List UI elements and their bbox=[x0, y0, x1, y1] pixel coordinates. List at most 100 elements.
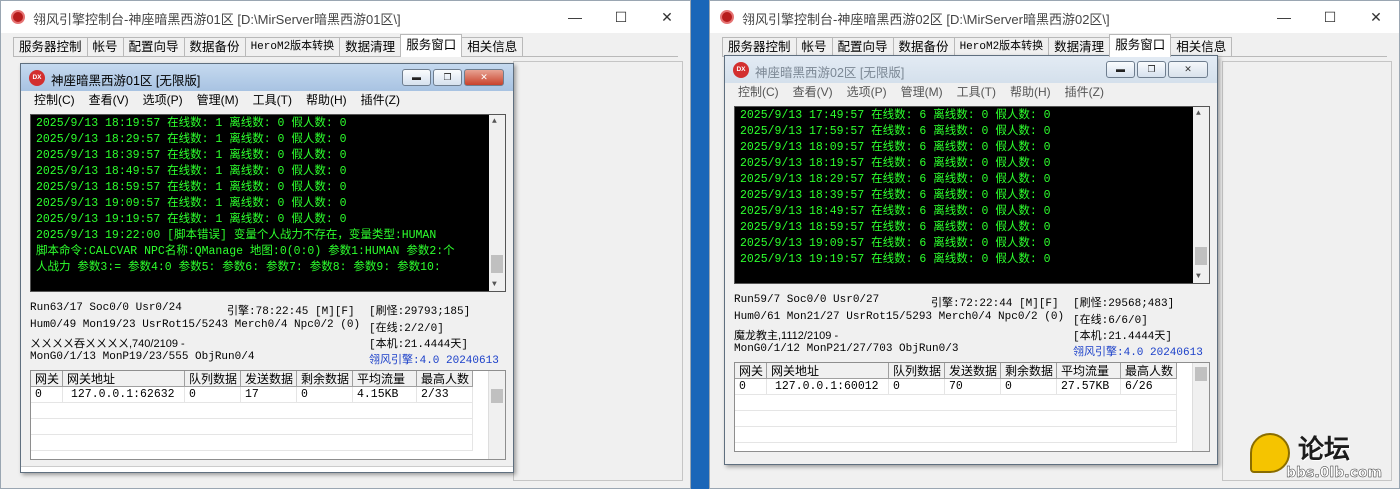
maximize-button[interactable]: ☐ bbox=[598, 1, 644, 33]
menu-help[interactable]: 帮助(H) bbox=[299, 91, 354, 110]
col-address[interactable]: 网关地址 bbox=[767, 363, 889, 379]
app-icon bbox=[11, 10, 25, 24]
tab-server-control[interactable]: 服务器控制 bbox=[722, 37, 797, 57]
status-mon: MonG0/1/13 MonP19/23/555 ObjRun0/4 bbox=[30, 351, 255, 363]
menu-view[interactable]: 查看(V) bbox=[786, 83, 840, 102]
close-button[interactable]: ✕ bbox=[644, 1, 690, 33]
log-line: 脚本命令:CALCVAR NPC名称:QManage 地图:0(0:0) 参数1… bbox=[36, 245, 455, 258]
window-titlebar[interactable]: 翎风引擎控制台-神座暗黑西游02区 [D:\MirServer暗黑西游02区\]… bbox=[710, 1, 1399, 33]
scroll-thumb[interactable] bbox=[1195, 247, 1207, 265]
log-console[interactable]: 2025/9/13 18:19:57 在线数: 1 离线数: 0 假人数: 0 … bbox=[30, 114, 506, 292]
table-row bbox=[735, 411, 1209, 427]
col-remain[interactable]: 剩余数据 bbox=[1001, 363, 1057, 379]
menu-options[interactable]: 选项(P) bbox=[840, 83, 894, 102]
inner-close-button[interactable]: ✕ bbox=[464, 69, 504, 86]
app-icon bbox=[720, 10, 734, 24]
menu-tools[interactable]: 工具(T) bbox=[246, 91, 299, 110]
m2-server-window-02: DX 神座暗黑西游02区 [无限版] ▬ ❐ ✕ 控制(C) 查看(V) 选项(… bbox=[724, 55, 1218, 465]
table-row[interactable]: 0 127.0.0.1:62632 0 17 0 4.15KB 2/33 bbox=[31, 387, 505, 403]
col-max-users[interactable]: 最高人数 bbox=[1121, 363, 1177, 379]
menu-plugins[interactable]: 插件(Z) bbox=[1058, 83, 1111, 102]
menu-plugins[interactable]: 插件(Z) bbox=[354, 91, 407, 110]
menu-manage[interactable]: 管理(M) bbox=[190, 91, 246, 110]
status-refresh: [刷怪:29793;185] bbox=[369, 306, 471, 318]
cell-gateway: 0 bbox=[31, 387, 63, 403]
cell-gateway: 0 bbox=[735, 379, 767, 395]
table-scrollbar[interactable] bbox=[1192, 363, 1209, 451]
inner-title: 神座暗黑西游01区 [无限版] bbox=[51, 74, 201, 88]
scroll-up-icon[interactable]: ▲ bbox=[492, 117, 497, 126]
tab-herom2-convert[interactable]: HeroM2版本转换 bbox=[953, 37, 1050, 57]
table-scrollbar[interactable] bbox=[488, 371, 505, 459]
tab-data-backup[interactable]: 数据备份 bbox=[892, 37, 955, 57]
cell-address: 127.0.0.1:62632 bbox=[63, 387, 185, 403]
tab-service-window[interactable]: 服务窗口 bbox=[400, 34, 463, 57]
close-button[interactable]: ✕ bbox=[1353, 1, 1399, 33]
inner-minimize-button[interactable]: ▬ bbox=[1106, 61, 1135, 78]
tab-data-backup[interactable]: 数据备份 bbox=[183, 37, 246, 57]
status-mon: MonG0/1/12 MonP21/27/703 ObjRun0/3 bbox=[734, 343, 959, 355]
inner-close-button[interactable]: ✕ bbox=[1168, 61, 1208, 78]
minimize-button[interactable]: — bbox=[552, 1, 598, 33]
scroll-thumb[interactable] bbox=[491, 255, 503, 273]
log-line: 2025/9/13 18:19:57 在线数: 6 离线数: 0 假人数: 0 bbox=[740, 157, 1051, 170]
tab-account[interactable]: 帐号 bbox=[795, 37, 833, 57]
menu-control[interactable]: 控制(C) bbox=[731, 83, 786, 102]
scroll-down-icon[interactable]: ▼ bbox=[492, 280, 497, 289]
table-row bbox=[31, 403, 505, 419]
inner-minimize-button[interactable]: ▬ bbox=[402, 69, 431, 86]
col-queue[interactable]: 队列数据 bbox=[889, 363, 945, 379]
menu-tools[interactable]: 工具(T) bbox=[950, 83, 1003, 102]
scroll-thumb[interactable] bbox=[1195, 367, 1207, 381]
inner-titlebar[interactable]: DX 神座暗黑西游02区 [无限版] ▬ ❐ ✕ bbox=[725, 56, 1217, 83]
log-line: 2025/9/13 19:19:57 在线数: 6 离线数: 0 假人数: 0 bbox=[740, 253, 1051, 266]
scroll-up-icon[interactable]: ▲ bbox=[1196, 109, 1201, 118]
col-avg-traffic[interactable]: 平均流量 bbox=[353, 371, 417, 387]
col-gateway[interactable]: 网关 bbox=[31, 371, 63, 387]
tab-data-cleanup[interactable]: 数据清理 bbox=[339, 37, 402, 57]
log-line: 2025/9/13 19:19:57 在线数: 1 离线数: 0 假人数: 0 bbox=[36, 213, 347, 226]
scroll-down-icon[interactable]: ▼ bbox=[1196, 272, 1201, 281]
menu-options[interactable]: 选项(P) bbox=[136, 91, 190, 110]
cell-remain: 0 bbox=[297, 387, 353, 403]
gateway-table: 网关 网关地址 队列数据 发送数据 剩余数据 平均流量 最高人数 0 127.0… bbox=[30, 370, 506, 460]
tab-service-window[interactable]: 服务窗口 bbox=[1109, 34, 1172, 57]
minimize-button[interactable]: — bbox=[1261, 1, 1307, 33]
col-remain[interactable]: 剩余数据 bbox=[297, 371, 353, 387]
tab-account[interactable]: 帐号 bbox=[86, 37, 124, 57]
scroll-thumb[interactable] bbox=[491, 389, 503, 403]
menu-view[interactable]: 查看(V) bbox=[82, 91, 136, 110]
menu-control[interactable]: 控制(C) bbox=[27, 91, 82, 110]
menu-help[interactable]: 帮助(H) bbox=[1003, 83, 1058, 102]
tab-data-cleanup[interactable]: 数据清理 bbox=[1048, 37, 1111, 57]
tab-related-info[interactable]: 相关信息 bbox=[1170, 37, 1233, 57]
tab-config-wizard[interactable]: 配置向导 bbox=[831, 37, 894, 57]
log-line: 2025/9/13 19:22:00 [脚本错误] 变量个人战力不存在，变量类型… bbox=[36, 229, 437, 242]
console-scrollbar[interactable]: ▲ ▼ bbox=[489, 115, 505, 291]
tab-server-control[interactable]: 服务器控制 bbox=[13, 37, 88, 57]
col-max-users[interactable]: 最高人数 bbox=[417, 371, 473, 387]
tab-config-wizard[interactable]: 配置向导 bbox=[122, 37, 185, 57]
maximize-button[interactable]: ☐ bbox=[1307, 1, 1353, 33]
tab-herom2-convert[interactable]: HeroM2版本转换 bbox=[244, 37, 341, 57]
inner-restore-button[interactable]: ❐ bbox=[433, 69, 462, 86]
log-console[interactable]: 2025/9/13 17:49:57 在线数: 6 离线数: 0 假人数: 0 … bbox=[734, 106, 1210, 284]
console-scrollbar[interactable]: ▲ ▼ bbox=[1193, 107, 1209, 283]
tab-related-info[interactable]: 相关信息 bbox=[461, 37, 524, 57]
menu-manage[interactable]: 管理(M) bbox=[894, 83, 950, 102]
col-queue[interactable]: 队列数据 bbox=[185, 371, 241, 387]
inner-restore-button[interactable]: ❐ bbox=[1137, 61, 1166, 78]
window-titlebar[interactable]: 翎风引擎控制台-神座暗黑西游01区 [D:\MirServer暗黑西游01区\]… bbox=[1, 1, 690, 33]
tab-strip: 服务器控制 帐号 配置向导 数据备份 HeroM2版本转换 数据清理 服务窗口 … bbox=[13, 34, 524, 57]
watermark-text: 论坛 bbox=[1298, 435, 1351, 465]
col-avg-traffic[interactable]: 平均流量 bbox=[1057, 363, 1121, 379]
log-line: 2025/9/13 18:39:57 在线数: 6 离线数: 0 假人数: 0 bbox=[740, 189, 1051, 202]
cell-avg-traffic: 4.15KB bbox=[353, 387, 417, 403]
cell-max-users: 6/26 bbox=[1121, 379, 1177, 395]
col-sent[interactable]: 发送数据 bbox=[241, 371, 297, 387]
inner-titlebar[interactable]: DX 神座暗黑西游01区 [无限版] ▬ ❐ ✕ bbox=[21, 64, 513, 91]
col-gateway[interactable]: 网关 bbox=[735, 363, 767, 379]
col-sent[interactable]: 发送数据 bbox=[945, 363, 1001, 379]
col-address[interactable]: 网关地址 bbox=[63, 371, 185, 387]
table-row[interactable]: 0 127.0.0.1:60012 0 70 0 27.57KB 6/26 bbox=[735, 379, 1209, 395]
